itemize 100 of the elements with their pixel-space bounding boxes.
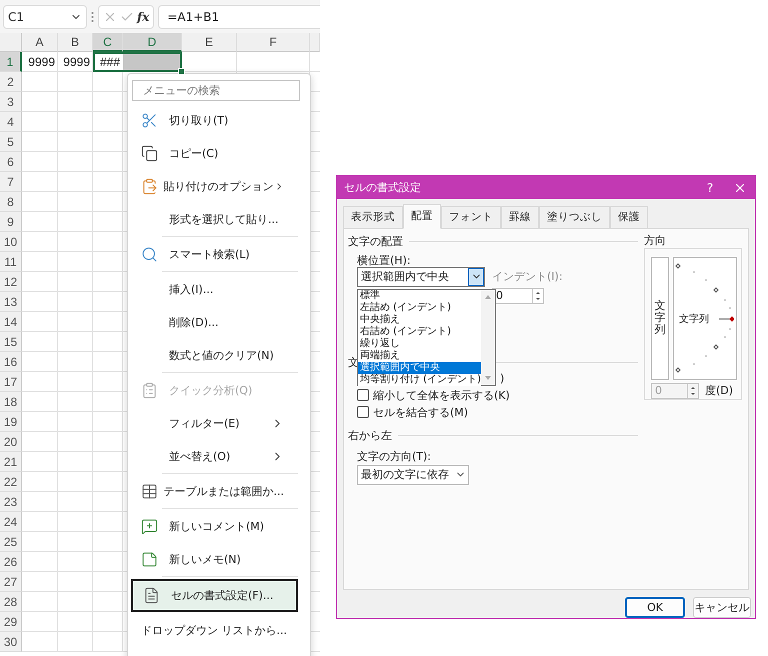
checkbox[interactable] — [357, 406, 369, 418]
row-header[interactable]: 3 — [0, 92, 22, 112]
name-box[interactable]: C1 — [3, 4, 87, 28]
tab[interactable]: 保護 — [610, 206, 648, 229]
help-button[interactable]: ? — [695, 176, 725, 199]
row-header[interactable]: 15 — [0, 332, 22, 352]
sticky-note-icon — [141, 551, 158, 568]
checkbox-label: 縮小して全体を表示する(K) — [373, 388, 510, 403]
menu-item[interactable]: スマート検索(L) — [128, 238, 310, 271]
row-header[interactable]: 2 — [0, 72, 22, 92]
column-header[interactable]: E — [182, 33, 237, 52]
menu-item[interactable]: 貼り付けのオプション — [128, 170, 310, 203]
row-header[interactable]: 12 — [0, 272, 22, 292]
row-header[interactable]: 24 — [0, 512, 22, 532]
scissors-icon — [141, 112, 158, 129]
checkbox-label: セルを結合する(M) — [373, 404, 468, 420]
row-header[interactable]: 17 — [0, 372, 22, 392]
column-header[interactable]: A — [22, 33, 58, 52]
table-icon — [141, 483, 158, 500]
grip-icon — [91, 10, 94, 22]
formula-field[interactable]: =A1+B1 — [158, 4, 320, 28]
row-header[interactable]: 5 — [0, 132, 22, 152]
cell[interactable]: 9999 — [58, 52, 93, 72]
comment-plus-icon — [141, 518, 158, 535]
row-header[interactable]: 25 — [0, 532, 22, 552]
row-header[interactable]: 8 — [0, 192, 22, 212]
tab[interactable]: 表示形式 — [343, 206, 403, 229]
fill-handle[interactable] — [178, 68, 185, 75]
dial-label: 文字列 — [679, 312, 709, 326]
row-header[interactable]: 9 — [0, 212, 22, 232]
clipboard-list-icon — [141, 382, 158, 399]
copy-icon — [141, 145, 158, 162]
row-header[interactable]: 29 — [0, 612, 22, 632]
orientation-dial[interactable]: 文字列 — [673, 256, 737, 380]
menu-item[interactable]: 新しいコメント(M) — [128, 510, 310, 543]
vertical-text-button[interactable]: 文字列 — [651, 256, 669, 380]
dropdown-option[interactable]: 選択範囲内で中央 — [358, 362, 481, 374]
cancel-button[interactable]: キャンセル — [693, 597, 751, 618]
cell[interactable]: 9999 — [22, 52, 58, 72]
horizontal-alignment-dropdown[interactable]: 選択範囲内で中央 — [357, 266, 485, 287]
menu-item[interactable]: 新しいメモ(N) — [128, 543, 310, 576]
checkbox-label: ) — [500, 372, 504, 385]
dropdown-option[interactable]: 均等割り付け (インデント) — [358, 374, 481, 386]
row-header[interactable]: 13 — [0, 292, 22, 312]
menu-item[interactable]: 切り取り(T) — [128, 104, 310, 137]
column-header[interactable]: D — [123, 33, 182, 52]
tab[interactable]: フォント — [441, 206, 501, 229]
menu-item[interactable]: 形式を選択して貼り... — [128, 203, 310, 236]
column-header[interactable]: B — [58, 33, 93, 52]
section-title: 方向 — [644, 232, 667, 243]
row-header[interactable]: 21 — [0, 452, 22, 472]
menu-item[interactable]: 削除(D)... — [128, 306, 310, 339]
menu-item[interactable]: コピー(C) — [128, 137, 310, 170]
row-header[interactable]: 27 — [0, 572, 22, 592]
row-header[interactable]: 26 — [0, 552, 22, 572]
row-header[interactable]: 10 — [0, 232, 22, 252]
row-header[interactable]: 18 — [0, 392, 22, 412]
column-header[interactable]: F — [237, 33, 310, 52]
spin-arrows-icon[interactable] — [532, 288, 543, 303]
row-header[interactable]: 28 — [0, 592, 22, 612]
menu-item[interactable]: 挿入(I)... — [128, 273, 310, 306]
ok-button[interactable]: OK — [625, 597, 685, 618]
row-header[interactable]: 19 — [0, 412, 22, 432]
row-header[interactable]: 16 — [0, 352, 22, 372]
column-header[interactable]: C — [93, 33, 123, 52]
clipboard-icon — [141, 178, 158, 195]
menu-search-field[interactable]: メニューの検索 — [132, 80, 300, 101]
menu-item[interactable]: テーブルまたは範囲か... — [128, 475, 310, 508]
scrollbar[interactable] — [480, 290, 495, 385]
menu-item[interactable]: ドロップダウン リストから... — [128, 614, 310, 647]
document-icon — [143, 587, 160, 604]
row-header[interactable]: 11 — [0, 252, 22, 272]
section-title: 文字の配置 — [348, 234, 403, 250]
row-header[interactable]: 23 — [0, 492, 22, 512]
row-header[interactable]: 6 — [0, 152, 22, 172]
insert-function-button[interactable]: fx — [137, 10, 150, 24]
row-header[interactable]: 14 — [0, 312, 22, 332]
section-title: 右から左 — [348, 428, 392, 444]
field-label: 文字の方向(T): — [357, 448, 432, 463]
checkbox[interactable] — [357, 389, 369, 402]
cell[interactable]: ### — [93, 52, 123, 72]
search-icon — [141, 246, 158, 263]
cell[interactable] — [123, 52, 182, 72]
row-header[interactable]: 30 — [0, 632, 22, 652]
tab[interactable]: 配置 — [403, 204, 441, 229]
menu-item[interactable]: セルの書式設定(F)... — [131, 579, 298, 612]
tab[interactable]: 罫線 — [501, 206, 539, 229]
window-title: セルの書式設定 — [344, 180, 422, 195]
menu-item[interactable]: 数式と値のクリア(N) — [128, 339, 310, 372]
row-header[interactable]: 1 — [0, 52, 22, 72]
row-header[interactable]: 7 — [0, 172, 22, 192]
text-direction-dropdown[interactable]: 最初の文字に依存 — [357, 464, 469, 485]
row-header[interactable]: 22 — [0, 472, 22, 492]
field-label: 度(D) — [705, 383, 734, 398]
menu-item[interactable]: フィルター(E) — [128, 407, 310, 440]
tab[interactable]: 塗りつぶし — [539, 206, 610, 229]
row-header[interactable]: 20 — [0, 432, 22, 452]
field-label: インデント(I): — [492, 268, 563, 285]
menu-item[interactable]: 並べ替え(O) — [128, 440, 310, 473]
row-header[interactable]: 4 — [0, 112, 22, 132]
